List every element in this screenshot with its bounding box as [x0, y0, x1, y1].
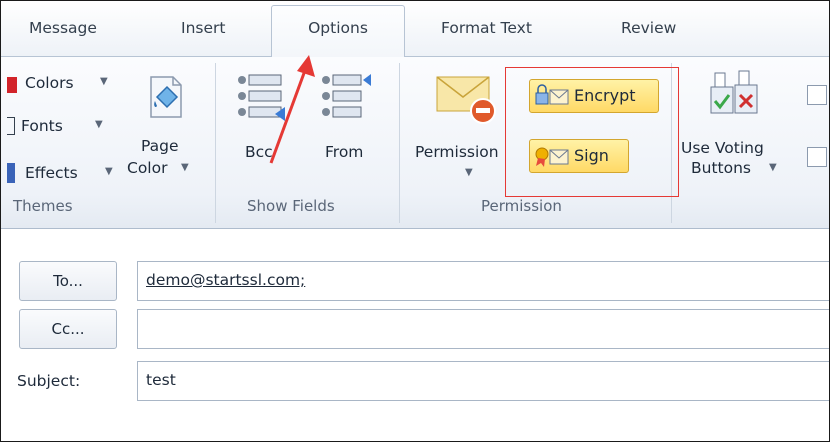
- chevron-down-icon: ▼: [100, 76, 108, 87]
- effects-label: Effects: [25, 164, 78, 182]
- permission-button[interactable]: Permission ▼: [409, 71, 513, 191]
- chevron-down-icon: ▼: [465, 167, 473, 178]
- group-separator: [399, 63, 400, 223]
- tab-options-label: Options: [308, 19, 368, 37]
- themes-effects-button[interactable]: Effects ▼: [7, 161, 123, 185]
- themes-fonts-button[interactable]: Fonts ▼: [7, 113, 117, 137]
- to-field[interactable]: demo@startssl.com;: [137, 261, 829, 301]
- themes-colors-button[interactable]: Colors ▼: [7, 71, 117, 95]
- to-button[interactable]: To...: [19, 261, 117, 301]
- tab-insert[interactable]: Insert: [181, 19, 225, 37]
- colors-icon: [7, 77, 17, 93]
- page-label: Page: [141, 137, 179, 155]
- from-field-icon: [322, 74, 371, 118]
- group-label-show-fields: Show Fields: [247, 197, 335, 215]
- voting-ballot-icon: [710, 70, 758, 114]
- permission-label: Permission: [415, 143, 499, 161]
- chevron-down-icon: ▼: [105, 166, 113, 177]
- compose-header: To... demo@startssl.com; Cc... Subject: …: [1, 229, 829, 441]
- permission-envelope-icon: [436, 76, 496, 124]
- tab-review[interactable]: Review: [621, 19, 676, 37]
- color-label: Color: [127, 159, 168, 177]
- cc-button[interactable]: Cc...: [19, 309, 117, 349]
- cc-field[interactable]: [137, 309, 829, 349]
- effects-icon: [7, 163, 15, 183]
- use-voting-buttons-button[interactable]: Use Voting Buttons ▼: [677, 69, 799, 189]
- checkbox[interactable]: [807, 85, 827, 105]
- highlight-box: [505, 67, 679, 197]
- group-label-themes: Themes: [13, 197, 73, 215]
- page-color-button[interactable]: Page Color ▼: [125, 73, 207, 193]
- from-label: From: [325, 143, 364, 161]
- tab-format-text[interactable]: Format Text: [441, 19, 532, 37]
- annotation-arrow-icon: [269, 55, 315, 164]
- tab-message[interactable]: Message: [29, 19, 97, 37]
- fonts-icon: [7, 117, 15, 135]
- paint-bucket-icon: [150, 76, 182, 118]
- subject-label: Subject:: [17, 372, 81, 390]
- fonts-label: Fonts: [21, 117, 63, 135]
- chevron-down-icon: ▼: [181, 162, 189, 173]
- to-recipient[interactable]: demo@startssl.com;: [146, 271, 305, 289]
- chevron-down-icon: ▼: [769, 162, 777, 173]
- buttons-label: Buttons: [691, 159, 751, 177]
- group-separator: [215, 63, 216, 223]
- ribbon-tab-bar: Message Insert Options Format Text Revie…: [1, 1, 829, 58]
- checkbox[interactable]: [807, 147, 827, 167]
- ribbon: Colors ▼ Fonts ▼ Effects ▼ Page Color ▼ …: [1, 57, 829, 229]
- outlook-compose-window: Message Insert Options Format Text Revie…: [0, 0, 830, 442]
- group-label-permission: Permission: [481, 197, 562, 215]
- from-button[interactable]: From: [313, 71, 385, 167]
- subject-field[interactable]: test: [137, 361, 829, 401]
- chevron-down-icon: ▼: [95, 119, 103, 130]
- colors-label: Colors: [25, 74, 74, 92]
- use-voting-label: Use Voting: [681, 139, 764, 157]
